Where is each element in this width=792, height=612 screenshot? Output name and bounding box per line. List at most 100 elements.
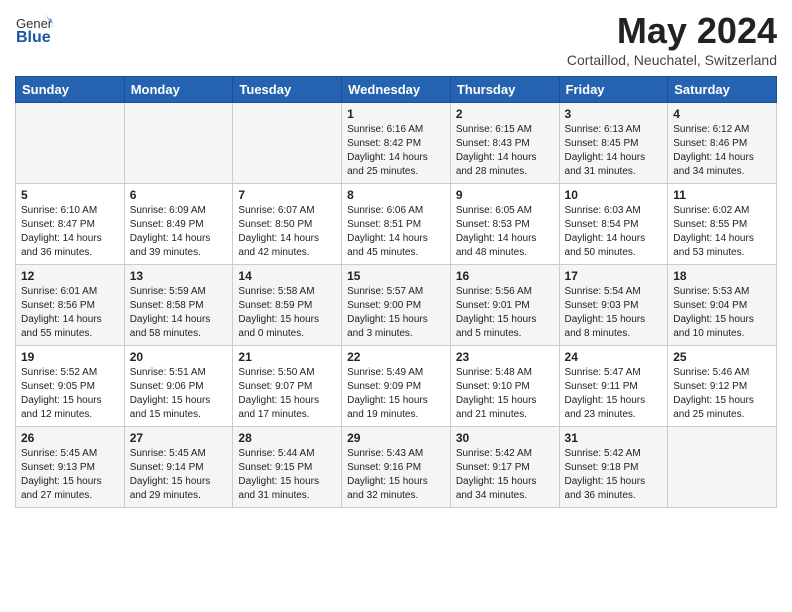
day-info: Sunrise: 6:15 AM Sunset: 8:43 PM Dayligh… xyxy=(456,123,554,179)
day-cell: 3Sunrise: 6:13 AM Sunset: 8:45 PM Daylig… xyxy=(559,103,668,184)
day-cell: 4Sunrise: 6:12 AM Sunset: 8:46 PM Daylig… xyxy=(668,103,777,184)
day-cell xyxy=(16,103,125,184)
day-cell: 17 Sunrise: 5:54 AM Sunset: 9:03 PM Dayli… xyxy=(559,265,668,346)
day-cell: 21 Sunrise: 5:50 AM Sunset: 9:07 PM Dayli… xyxy=(233,346,342,427)
month-title: May 2024 xyxy=(567,10,777,52)
day-cell: 5Sunrise: 6:10 AM Sunset: 8:47 PM Daylig… xyxy=(16,184,125,265)
logo-icon: General Blue xyxy=(15,10,53,48)
day-number: 13 xyxy=(130,269,228,283)
day-info: Sunrise: 5:54 AM Sunset: 9:03 PM Dayligh… xyxy=(565,285,663,341)
day-info: Sunrise: 5:48 AM Sunset: 9:10 PM Dayligh… xyxy=(456,366,554,422)
day-cell: 19 Sunrise: 5:52 AM Sunset: 9:05 PM Dayli… xyxy=(16,346,125,427)
day-info: Sunrise: 5:45 AM Sunset: 9:13 PM Dayligh… xyxy=(21,447,119,503)
day-cell: 24Sunrise: 5:47 AM Sunset: 9:11 PM Dayli… xyxy=(559,346,668,427)
day-cell: 9 Sunrise: 6:05 AM Sunset: 8:53 PM Daylig… xyxy=(450,184,559,265)
day-cell: 13 Sunrise: 5:59 AM Sunset: 8:58 PM Dayli… xyxy=(124,265,233,346)
day-number: 1 xyxy=(347,107,445,121)
day-info: Sunrise: 6:07 AM Sunset: 8:50 PM Dayligh… xyxy=(238,204,336,260)
day-cell: 25 Sunrise: 5:46 AM Sunset: 9:12 PM Dayli… xyxy=(668,346,777,427)
day-cell: 11 Sunrise: 6:02 AM Sunset: 8:55 PM Dayli… xyxy=(668,184,777,265)
calendar-table: Sunday Monday Tuesday Wednesday Thursday… xyxy=(15,76,777,508)
day-cell: 6Sunrise: 6:09 AM Sunset: 8:49 PM Daylig… xyxy=(124,184,233,265)
day-info: Sunrise: 5:52 AM Sunset: 9:05 PM Dayligh… xyxy=(21,366,119,422)
day-info: Sunrise: 5:42 AM Sunset: 9:17 PM Dayligh… xyxy=(456,447,554,503)
day-cell: 23Sunrise: 5:48 AM Sunset: 9:10 PM Dayli… xyxy=(450,346,559,427)
day-number: 18 xyxy=(673,269,771,283)
day-cell: 7 Sunrise: 6:07 AM Sunset: 8:50 PM Daylig… xyxy=(233,184,342,265)
day-number: 20 xyxy=(130,350,228,364)
day-info: Sunrise: 5:47 AM Sunset: 9:11 PM Dayligh… xyxy=(565,366,663,422)
day-info: Sunrise: 5:46 AM Sunset: 9:12 PM Dayligh… xyxy=(673,366,771,422)
calendar-header-row: Sunday Monday Tuesday Wednesday Thursday… xyxy=(16,77,777,103)
day-info: Sunrise: 5:59 AM Sunset: 8:58 PM Dayligh… xyxy=(130,285,228,341)
svg-text:Blue: Blue xyxy=(16,29,51,46)
day-cell: 12Sunrise: 6:01 AM Sunset: 8:56 PM Dayli… xyxy=(16,265,125,346)
day-info: Sunrise: 5:45 AM Sunset: 9:14 PM Dayligh… xyxy=(130,447,228,503)
day-number: 25 xyxy=(673,350,771,364)
day-info: Sunrise: 6:10 AM Sunset: 8:47 PM Dayligh… xyxy=(21,204,119,260)
day-info: Sunrise: 5:51 AM Sunset: 9:06 PM Dayligh… xyxy=(130,366,228,422)
day-number: 7 xyxy=(238,188,336,202)
day-number: 10 xyxy=(565,188,663,202)
day-number: 29 xyxy=(347,431,445,445)
col-tuesday: Tuesday xyxy=(233,77,342,103)
col-wednesday: Wednesday xyxy=(342,77,451,103)
day-number: 11 xyxy=(673,188,771,202)
col-monday: Monday xyxy=(124,77,233,103)
day-number: 15 xyxy=(347,269,445,283)
day-number: 14 xyxy=(238,269,336,283)
day-cell: 15Sunrise: 5:57 AM Sunset: 9:00 PM Dayli… xyxy=(342,265,451,346)
day-cell xyxy=(668,427,777,508)
day-number: 26 xyxy=(21,431,119,445)
day-cell: 2 Sunrise: 6:15 AM Sunset: 8:43 PM Daylig… xyxy=(450,103,559,184)
day-cell xyxy=(233,103,342,184)
day-number: 19 xyxy=(21,350,119,364)
day-info: Sunrise: 5:53 AM Sunset: 9:04 PM Dayligh… xyxy=(673,285,771,341)
calendar-body: 1 Sunrise: 6:16 AM Sunset: 8:42 PM Daylig… xyxy=(16,103,777,508)
day-cell: 31Sunrise: 5:42 AM Sunset: 9:18 PM Dayli… xyxy=(559,427,668,508)
day-cell: 14 Sunrise: 5:58 AM Sunset: 8:59 PM Dayli… xyxy=(233,265,342,346)
day-cell xyxy=(124,103,233,184)
day-info: Sunrise: 5:58 AM Sunset: 8:59 PM Dayligh… xyxy=(238,285,336,341)
day-cell: 30Sunrise: 5:42 AM Sunset: 9:17 PM Dayli… xyxy=(450,427,559,508)
day-cell: 29 Sunrise: 5:43 AM Sunset: 9:16 PM Dayli… xyxy=(342,427,451,508)
day-info: Sunrise: 6:13 AM Sunset: 8:45 PM Dayligh… xyxy=(565,123,663,179)
day-number: 22 xyxy=(347,350,445,364)
day-number: 12 xyxy=(21,269,119,283)
day-number: 8 xyxy=(347,188,445,202)
day-info: Sunrise: 5:50 AM Sunset: 9:07 PM Dayligh… xyxy=(238,366,336,422)
day-cell: 28 Sunrise: 5:44 AM Sunset: 9:15 PM Dayli… xyxy=(233,427,342,508)
day-info: Sunrise: 5:43 AM Sunset: 9:16 PM Dayligh… xyxy=(347,447,445,503)
day-number: 9 xyxy=(456,188,554,202)
day-cell: 8 Sunrise: 6:06 AM Sunset: 8:51 PM Daylig… xyxy=(342,184,451,265)
day-cell: 20 Sunrise: 5:51 AM Sunset: 9:06 PM Dayli… xyxy=(124,346,233,427)
logo: General Blue xyxy=(15,10,57,48)
week-row-3: 12Sunrise: 6:01 AM Sunset: 8:56 PM Dayli… xyxy=(16,265,777,346)
day-number: 31 xyxy=(565,431,663,445)
day-cell: 27 Sunrise: 5:45 AM Sunset: 9:14 PM Dayli… xyxy=(124,427,233,508)
week-row-4: 19 Sunrise: 5:52 AM Sunset: 9:05 PM Dayli… xyxy=(16,346,777,427)
col-sunday: Sunday xyxy=(16,77,125,103)
day-info: Sunrise: 6:02 AM Sunset: 8:55 PM Dayligh… xyxy=(673,204,771,260)
day-cell: 18 Sunrise: 5:53 AM Sunset: 9:04 PM Dayli… xyxy=(668,265,777,346)
col-friday: Friday xyxy=(559,77,668,103)
day-info: Sunrise: 6:03 AM Sunset: 8:54 PM Dayligh… xyxy=(565,204,663,260)
col-saturday: Saturday xyxy=(668,77,777,103)
day-number: 4 xyxy=(673,107,771,121)
week-row-2: 5Sunrise: 6:10 AM Sunset: 8:47 PM Daylig… xyxy=(16,184,777,265)
day-info: Sunrise: 6:06 AM Sunset: 8:51 PM Dayligh… xyxy=(347,204,445,260)
page-header: General Blue May 2024 Cortaillod, Neucha… xyxy=(15,10,777,68)
day-number: 17 xyxy=(565,269,663,283)
day-info: Sunrise: 6:16 AM Sunset: 8:42 PM Dayligh… xyxy=(347,123,445,179)
day-number: 2 xyxy=(456,107,554,121)
day-cell: 22Sunrise: 5:49 AM Sunset: 9:09 PM Dayli… xyxy=(342,346,451,427)
day-info: Sunrise: 5:44 AM Sunset: 9:15 PM Dayligh… xyxy=(238,447,336,503)
day-info: Sunrise: 6:05 AM Sunset: 8:53 PM Dayligh… xyxy=(456,204,554,260)
col-thursday: Thursday xyxy=(450,77,559,103)
day-number: 28 xyxy=(238,431,336,445)
day-cell: 10 Sunrise: 6:03 AM Sunset: 8:54 PM Dayli… xyxy=(559,184,668,265)
day-info: Sunrise: 6:09 AM Sunset: 8:49 PM Dayligh… xyxy=(130,204,228,260)
week-row-1: 1 Sunrise: 6:16 AM Sunset: 8:42 PM Daylig… xyxy=(16,103,777,184)
day-number: 21 xyxy=(238,350,336,364)
day-number: 27 xyxy=(130,431,228,445)
